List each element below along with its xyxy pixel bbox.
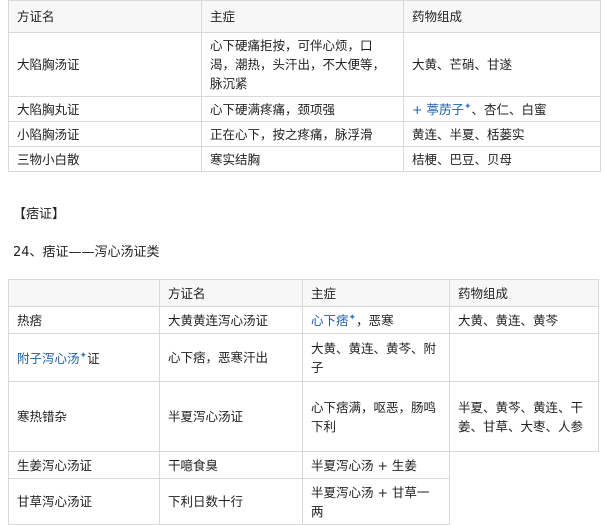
cell-category: 寒热错杂 [8, 381, 160, 452]
cell-herbs: 黄连、半夏、栝蒌实 [403, 121, 601, 147]
cell-name: 半夏泻心汤证 [159, 381, 303, 452]
header-cell: 主症 [201, 0, 404, 33]
cell-symptom: 心下痞满，呕恶，肠鸣下利 [302, 381, 450, 452]
cell-symptom: 半夏泻心汤 + 甘草一两 [302, 478, 450, 525]
table-row: 寒热错杂 半夏泻心汤证 心下痞满，呕恶，肠鸣下利 半夏、黄芩、黄连、干姜、甘草、… [8, 381, 599, 452]
link-plus-icon: ✦ [79, 350, 88, 361]
cell-herbs: 大黄、黄连、黄芩 [449, 306, 599, 334]
table-jiexiong: 方证名 主症 药物组成 大陷胸汤证 心下硬痛拒按，可伴心烦，口渴，潮热，头汗出，… [8, 0, 601, 172]
header-cell [8, 279, 160, 307]
cell-symptom: 心下硬痛拒按，可伴心烦，口渴，潮热，头汗出，不大便等，脉沉紧 [201, 32, 404, 97]
link-plus-icon: ✦ [463, 102, 472, 113]
cell-symptom: 心下痞✦，恶寒 [302, 306, 450, 334]
cell-name: 小陷胸汤证 [8, 121, 202, 147]
cell-category: 附子泻心汤✦证 [8, 333, 160, 382]
category-rest: 证 [87, 351, 100, 367]
cell-name: 心下痞，恶寒汗出 [159, 333, 303, 382]
section-title: 24、痞证——泻心汤证类 [13, 245, 160, 260]
table-row: 生姜泻心汤证 干噫食臭 半夏泻心汤 + 生姜 [8, 451, 599, 479]
link-tinglizi[interactable]: 葶苈子 [426, 103, 464, 118]
cell-symptom: 心下硬满疼痛，颈项强 [201, 96, 404, 122]
header-cell: 主症 [302, 279, 450, 307]
table-row: 大陷胸汤证 心下硬痛拒按，可伴心烦，口渴，潮热，头汗出，不大便等，脉沉紧 大黄、… [8, 32, 601, 97]
cell-herbs: + 葶苈子✦、杏仁、白蜜 [403, 96, 601, 122]
cell-name: 干噫食臭 [159, 451, 303, 479]
header-cell: 药物组成 [449, 279, 599, 307]
symptom-rest: ，恶寒 [356, 313, 394, 329]
header-cell: 方证名 [8, 0, 202, 33]
link-plus-icon: ✦ [348, 313, 357, 324]
table-row: 小陷胸汤证 正在心下，按之疼痛，脉浮滑 黄连、半夏、栝蒌实 [8, 121, 601, 147]
cell-symptom: 正在心下，按之疼痛，脉浮滑 [201, 121, 404, 147]
header-cell: 方证名 [159, 279, 303, 307]
table-row: 附子泻心汤✦证 心下痞，恶寒汗出 大黄、黄连、黄芩、附子 [8, 333, 599, 382]
table-header-row: 方证名 主症 药物组成 [8, 279, 599, 307]
cell-herbs [449, 333, 599, 382]
cell-name: 三物小白散 [8, 146, 202, 172]
herbs-rest: 、杏仁、白蜜 [471, 102, 547, 118]
link-fuzixiexintang[interactable]: 附子泻心汤 [17, 351, 80, 366]
cell-category: 生姜泻心汤证 [8, 451, 160, 479]
cell-symptom: 大黄、黄连、黄芩、附子 [302, 333, 450, 382]
cell-category: 热痞 [8, 306, 160, 334]
table-row: 大陷胸丸证 心下硬满疼痛，颈项强 + 葶苈子✦、杏仁、白蜜 [8, 96, 601, 122]
table-row: 三物小白散 寒实结胸 桔梗、巴豆、贝母 [8, 146, 601, 172]
cell-category: 甘草泻心汤证 [8, 478, 160, 525]
table-row: 热痞 大黄黄连泻心汤证 心下痞✦，恶寒 大黄、黄连、黄芩 [8, 306, 599, 334]
cell-name: 大陷胸丸证 [8, 96, 202, 122]
cell-herbs: 桔梗、巴豆、贝母 [403, 146, 601, 172]
link-xinxiapi[interactable]: 心下痞 [311, 314, 349, 329]
cell-symptom: 半夏泻心汤 + 生姜 [302, 451, 450, 479]
cell-symptom: 寒实结胸 [201, 146, 404, 172]
table-header-row: 方证名 主症 药物组成 [8, 0, 601, 33]
section-tag: 【痞证】 [13, 207, 66, 222]
cell-name: 大黄黄连泻心汤证 [159, 306, 303, 334]
empty-cell [450, 452, 599, 525]
table-pizheng: 方证名 主症 药物组成 热痞 大黄黄连泻心汤证 心下痞✦，恶寒 大黄、黄连、黄芩… [8, 279, 599, 525]
cell-name: 大陷胸汤证 [8, 32, 202, 97]
cell-herbs: 大黄、芒硝、甘遂 [403, 32, 601, 97]
header-cell: 药物组成 [403, 0, 601, 33]
plus-prefix: + [412, 102, 427, 118]
cell-herbs: 半夏、黄芩、黄连、干姜、甘草、大枣、人参 [449, 381, 599, 452]
cell-name: 下利日数十行 [159, 478, 303, 525]
